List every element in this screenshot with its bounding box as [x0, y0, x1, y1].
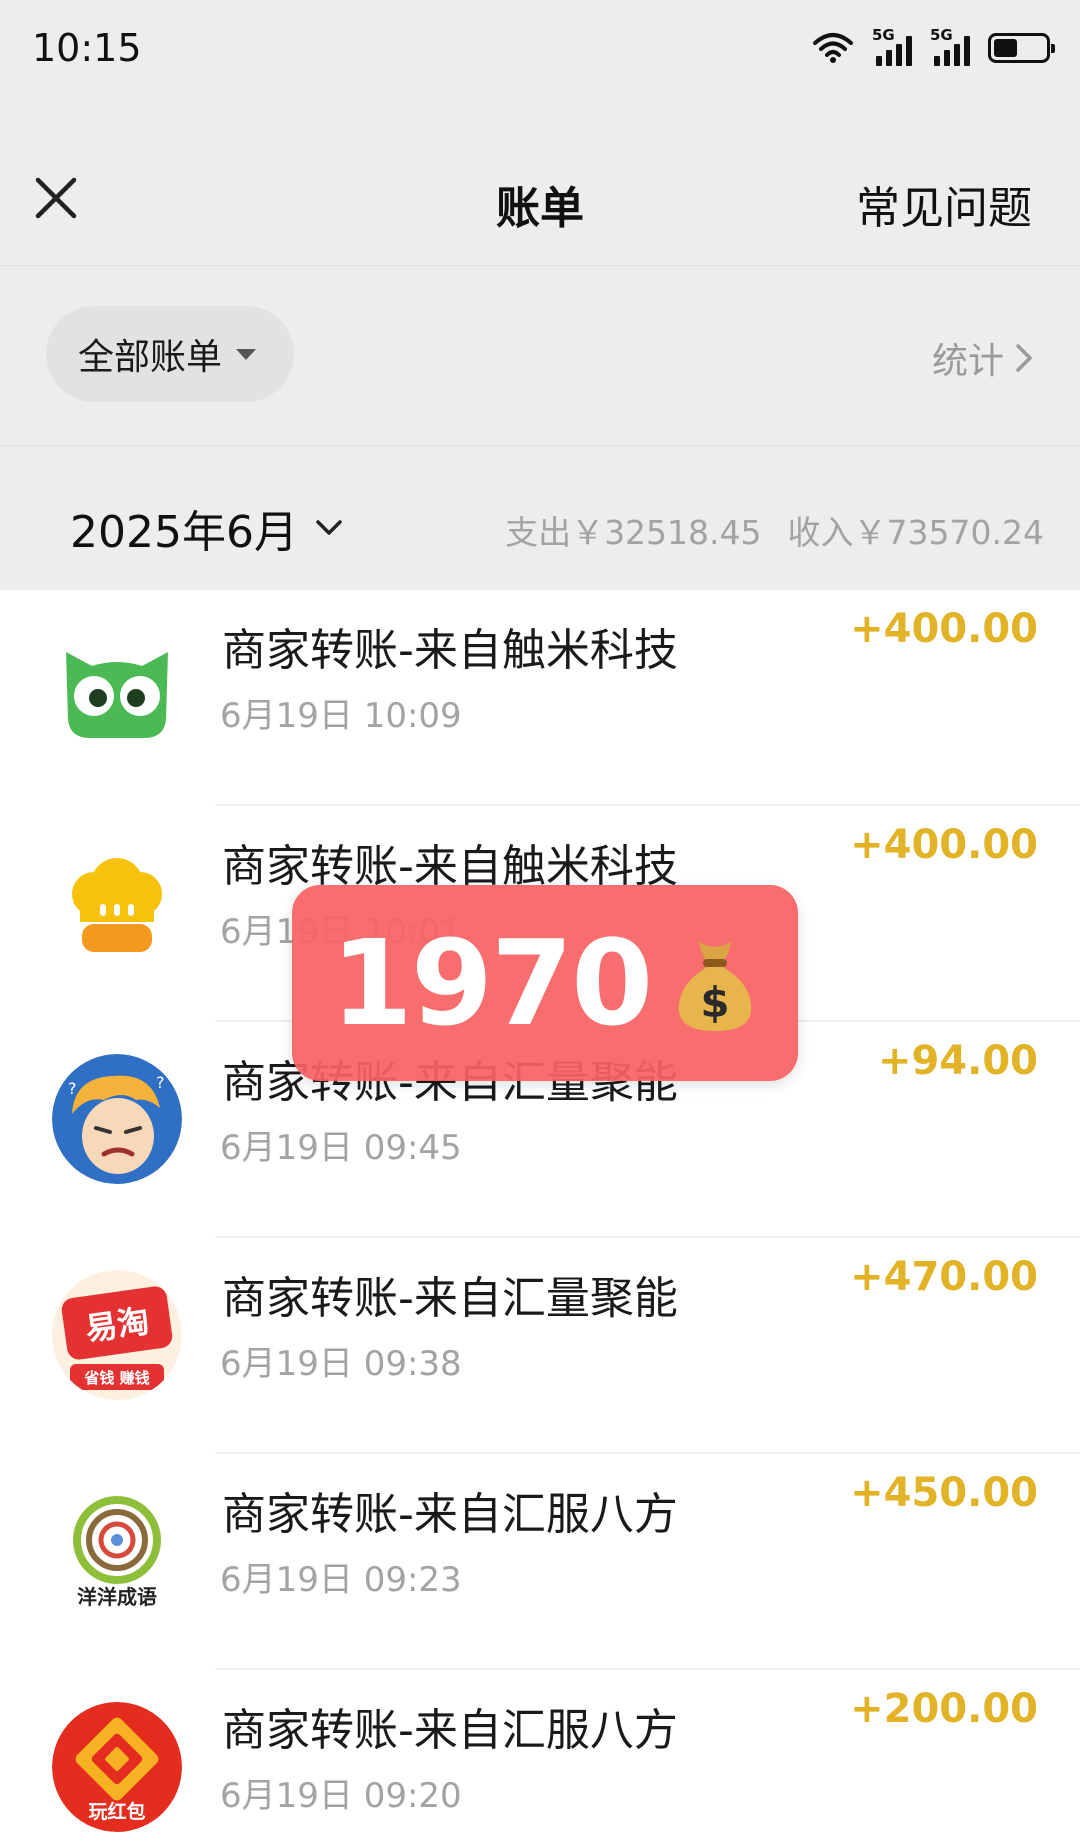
transaction-name: 商家转账-来自触米科技: [222, 625, 678, 676]
transaction-time: 6月19日 10:09: [220, 696, 462, 736]
bill-filter-label: 全部账单: [78, 337, 223, 378]
avatar-text: 洋洋成语: [77, 1585, 157, 1609]
expense-total: 支出￥32518.45: [505, 513, 762, 552]
transaction-row[interactable]: 商家转账-来自触米科技 6月19日 10:09 +400.00: [0, 590, 1080, 806]
month-bar: 2025年6月 支出￥32518.45 收入￥73570.24: [0, 445, 1080, 590]
transaction-amount: +400.00: [850, 822, 1038, 868]
transaction-name: 商家转账-来自汇服八方: [222, 1705, 678, 1756]
month-label: 2025年6月: [70, 507, 298, 558]
overlay-total: 1970: [330, 914, 653, 1052]
transaction-list: 商家转账-来自触米科技 6月19日 10:09 +400.00 商家转账-来自触…: [0, 590, 1080, 1844]
money-bag-icon: $: [679, 941, 752, 1031]
stats-label: 统计: [931, 341, 1004, 382]
transaction-row[interactable]: 易淘 省钱 赚钱 商家转账-来自汇量聚能 6月19日 09:38 +470.00: [0, 1238, 1080, 1454]
chef-hat-icon: [52, 838, 182, 968]
month-picker[interactable]: 2025年6月: [70, 496, 344, 560]
transaction-time: 6月19日 09:45: [220, 1128, 462, 1168]
filter-bar: 全部账单 统计: [0, 265, 1080, 445]
battery-icon: [988, 33, 1055, 63]
total-overlay-badge: 1970 $: [292, 885, 798, 1081]
transaction-amount: +200.00: [850, 1686, 1038, 1732]
avatar-text: 玩红包: [88, 1800, 145, 1823]
wifi-icon: [813, 33, 853, 63]
svg-text:?: ?: [68, 1079, 77, 1098]
close-button[interactable]: [28, 170, 84, 226]
signal-icon: 5G: [872, 26, 912, 66]
status-bar: 10:15 5G 5G: [0, 0, 1080, 100]
svg-text:?: ?: [156, 1073, 165, 1092]
signal-icon: 5G: [930, 26, 970, 66]
close-icon: [35, 177, 77, 219]
red-packet-icon: 玩红包: [52, 1702, 182, 1832]
stats-link[interactable]: 统计: [932, 332, 1034, 384]
transaction-name: 商家转账-来自汇量聚能: [222, 1273, 678, 1324]
bill-filter-dropdown[interactable]: 全部账单: [46, 306, 295, 402]
caret-down-icon: [236, 348, 257, 360]
yitao-logo-icon: 易淘 省钱 赚钱: [52, 1270, 182, 1400]
status-icons: 5G 5G: [812, 26, 1055, 68]
green-owl-icon: [52, 622, 182, 752]
transaction-amount: +470.00: [850, 1254, 1038, 1300]
transaction-time: 6月19日 09:23: [220, 1560, 462, 1600]
cartoon-face-icon: ? ?: [52, 1054, 182, 1184]
signal-label: 5G: [930, 26, 953, 44]
idiom-game-icon: 洋洋成语: [52, 1486, 182, 1616]
income-total: 收入￥73570.24: [787, 513, 1044, 552]
transaction-time: 6月19日 09:20: [220, 1776, 462, 1816]
transaction-row[interactable]: 洋洋成语 商家转账-来自汇服八方 6月19日 09:23 +450.00: [0, 1454, 1080, 1670]
status-time: 10:15: [32, 26, 142, 70]
month-summary: 支出￥32518.45 收入￥73570.24: [505, 506, 1044, 554]
transaction-amount: +94.00: [877, 1038, 1038, 1084]
transaction-name: 商家转账-来自汇服八方: [222, 1489, 678, 1540]
chevron-down-icon: [316, 520, 342, 535]
faq-link[interactable]: 常见问题: [856, 172, 1032, 236]
transaction-time: 6月19日 09:38: [220, 1344, 462, 1384]
svg-text:$: $: [701, 978, 730, 1027]
chevron-right-icon: [1016, 344, 1032, 372]
avatar-subtext: 省钱 赚钱: [83, 1369, 149, 1387]
nav-bar: 账单 常见问题: [0, 100, 1080, 265]
transaction-amount: +400.00: [850, 606, 1038, 652]
transaction-row[interactable]: 玩红包 商家转账-来自汇服八方 6月19日 09:20 +200.00: [0, 1670, 1080, 1844]
transaction-amount: +450.00: [850, 1470, 1038, 1516]
signal-label: 5G: [872, 26, 895, 44]
